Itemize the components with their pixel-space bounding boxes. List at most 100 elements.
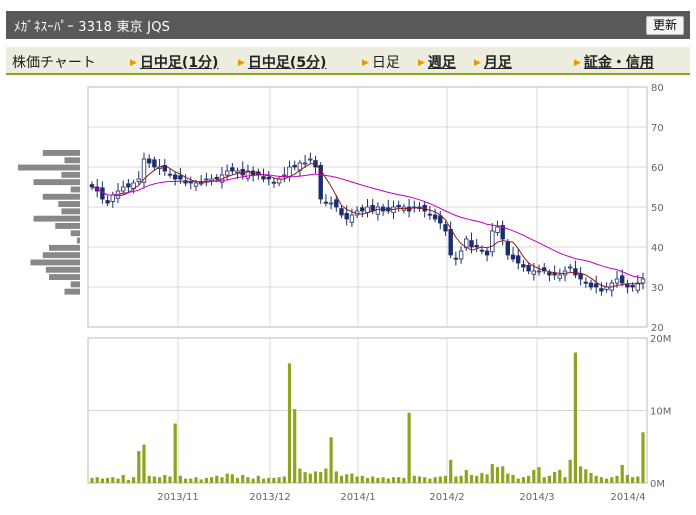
volume-bar bbox=[371, 476, 375, 483]
volume-profile-bar bbox=[70, 281, 80, 288]
stock-chart: 20 30 40 50 60 70 80 0M 10M 20M 2013/11 2013/12 2014… bbox=[18, 83, 671, 503]
candle-body bbox=[474, 244, 479, 248]
candle-body bbox=[339, 208, 344, 216]
volume-bar bbox=[324, 468, 328, 483]
volume-bar bbox=[116, 478, 120, 483]
moving-average-long-line bbox=[91, 173, 644, 279]
candle-body bbox=[146, 158, 152, 164]
volume-profile-bar bbox=[30, 259, 80, 266]
volume-bar bbox=[319, 472, 323, 483]
price-axis-tick-label: 70 bbox=[651, 123, 664, 134]
candle-body bbox=[230, 167, 235, 172]
volume-bar bbox=[563, 477, 567, 483]
volume-bar bbox=[449, 459, 453, 483]
volume-bar bbox=[501, 466, 505, 483]
volume-profile-bar bbox=[18, 164, 80, 171]
candle-body bbox=[620, 275, 625, 284]
volume-bar bbox=[490, 464, 494, 483]
candle-body bbox=[614, 278, 620, 284]
volume-bar bbox=[303, 472, 307, 483]
volume-bar bbox=[381, 477, 385, 483]
candle-body bbox=[599, 288, 604, 292]
candle-body bbox=[443, 224, 448, 232]
volume-bar bbox=[527, 475, 531, 484]
candle-body bbox=[427, 213, 433, 216]
candle-body bbox=[630, 284, 635, 288]
candle-body bbox=[178, 175, 183, 180]
candle-body bbox=[126, 183, 131, 188]
candle-body bbox=[193, 182, 199, 187]
volume-bar bbox=[267, 477, 271, 483]
volume-profile-bar bbox=[55, 223, 80, 229]
volume-bar bbox=[620, 464, 624, 483]
volume-bar bbox=[454, 476, 458, 483]
candle-body bbox=[360, 207, 365, 212]
candle-body bbox=[484, 250, 490, 256]
candle-body bbox=[235, 170, 240, 174]
candle-body bbox=[308, 158, 313, 161]
volume-bar bbox=[225, 473, 229, 483]
price-axis-tick-label: 20 bbox=[651, 323, 664, 334]
volume-bar bbox=[516, 478, 520, 483]
date-axis-tick-label: 2014/4 bbox=[610, 492, 645, 503]
candle-body bbox=[224, 170, 230, 176]
volume-bar bbox=[464, 469, 468, 483]
volume-bar bbox=[90, 477, 94, 483]
price-axis-tick-label: 30 bbox=[651, 283, 664, 294]
candle-body bbox=[292, 164, 297, 168]
volume-bar bbox=[204, 477, 208, 483]
volume-bar bbox=[521, 477, 525, 483]
volume-bar bbox=[594, 475, 598, 484]
volume-bar bbox=[397, 477, 401, 483]
volume-profile-bar bbox=[64, 288, 80, 295]
candle-body bbox=[121, 186, 126, 192]
candle-body bbox=[172, 174, 178, 180]
volume-bar bbox=[568, 459, 572, 483]
candle-body bbox=[469, 240, 474, 248]
volume-bar bbox=[599, 477, 603, 483]
volume-bar bbox=[298, 468, 302, 483]
volume-bar bbox=[152, 476, 156, 483]
candle-body bbox=[110, 194, 115, 202]
volume-bar bbox=[137, 451, 141, 483]
volume-profile-bar bbox=[61, 171, 80, 178]
volume-bar bbox=[412, 475, 416, 484]
volume-axis-tick-label: 0M bbox=[650, 479, 665, 490]
volume-axis-tick-label: 20M bbox=[650, 334, 671, 345]
candle-body bbox=[204, 178, 209, 181]
candle-body bbox=[282, 174, 287, 177]
volume-profile-bar bbox=[42, 150, 80, 156]
candle-body bbox=[526, 264, 531, 272]
candle-body bbox=[323, 201, 329, 204]
volume-profile-bar bbox=[42, 252, 80, 259]
volume-bar bbox=[417, 476, 422, 483]
volume-bar bbox=[579, 466, 583, 483]
volume-bar bbox=[350, 473, 354, 483]
candle-body bbox=[510, 254, 516, 260]
candle-body bbox=[287, 166, 292, 178]
volume-bar bbox=[506, 473, 510, 483]
candle-body bbox=[328, 202, 334, 205]
volume-bar bbox=[308, 473, 312, 483]
date-axis-tick-label: 2013/12 bbox=[249, 492, 291, 503]
volume-bar bbox=[126, 480, 130, 483]
volume-bar bbox=[121, 475, 125, 483]
volume-profile-bar bbox=[33, 179, 80, 186]
volume-bar bbox=[293, 409, 297, 483]
volume-bar bbox=[313, 471, 318, 483]
candle-body bbox=[152, 159, 157, 168]
candle-body bbox=[375, 206, 381, 215]
volume-bar bbox=[615, 475, 619, 484]
volume-bar bbox=[287, 363, 292, 483]
volume-bar bbox=[355, 476, 359, 483]
volume-bar bbox=[158, 477, 162, 483]
moving-average-short-line bbox=[91, 163, 643, 288]
volume-bar bbox=[386, 478, 390, 483]
candle-body bbox=[536, 270, 542, 273]
volume-bar bbox=[438, 476, 442, 483]
volume-bar bbox=[547, 475, 551, 484]
volume-bar bbox=[282, 476, 286, 483]
candle-body bbox=[594, 283, 599, 288]
price-axis-tick-label: 80 bbox=[651, 83, 664, 94]
candle-body bbox=[105, 200, 110, 204]
